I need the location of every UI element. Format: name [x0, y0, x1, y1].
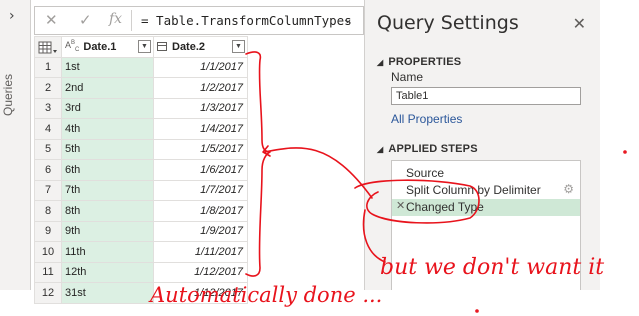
- row-number[interactable]: 3: [34, 97, 62, 119]
- row-number[interactable]: 2: [34, 77, 62, 99]
- table-row[interactable]: 7 7th 1/7/2017: [34, 179, 248, 201]
- table-row[interactable]: 1 1st 1/1/2017: [34, 56, 248, 78]
- properties-heading[interactable]: ◢ PROPERTIES: [377, 56, 461, 68]
- step-source[interactable]: Source: [392, 165, 580, 182]
- cell-date-2[interactable]: 1/5/2017: [153, 138, 248, 160]
- applied-steps-heading-label: APPLIED STEPS: [388, 143, 478, 155]
- step-label: Changed Type: [406, 200, 484, 214]
- row-number[interactable]: 4: [34, 118, 62, 140]
- expand-formula-chevron-icon[interactable]: ⌄: [342, 12, 353, 27]
- table-row[interactable]: 6 6th 1/6/2017: [34, 159, 248, 181]
- formula-bar: ✕ ✓ fx = Table.TransformColumnTypes ⌄: [34, 6, 364, 35]
- delete-step-icon[interactable]: ✕: [396, 199, 405, 212]
- column-header-date-2[interactable]: Date.2 ▼: [153, 36, 248, 58]
- row-number[interactable]: 10: [34, 241, 62, 263]
- name-label: Name: [391, 70, 424, 84]
- queries-pane-label[interactable]: Queries: [1, 60, 29, 130]
- cell-date-2[interactable]: 1/12/2017: [153, 261, 248, 283]
- cell-date-1[interactable]: 31st: [61, 282, 154, 304]
- expand-queries-chevron-icon[interactable]: ›: [9, 8, 15, 24]
- row-number[interactable]: 5: [34, 138, 62, 160]
- annotation-but-we-dont-want-it: but we don't want it: [380, 255, 605, 280]
- cell-date-1[interactable]: 2nd: [61, 77, 154, 99]
- table-row[interactable]: 11 12th 1/12/2017: [34, 261, 248, 283]
- table-row[interactable]: 10 11th 1/11/2017: [34, 241, 248, 263]
- row-number[interactable]: 11: [34, 261, 62, 283]
- brace-mark: [245, 51, 271, 277]
- queries-pane-collapsed: › Queries: [0, 0, 31, 290]
- cell-date-2[interactable]: 1/8/2017: [153, 200, 248, 222]
- table-row[interactable]: 8 8th 1/8/2017: [34, 200, 248, 222]
- cell-date-2[interactable]: 1/2/2017: [153, 77, 248, 99]
- query-settings-pane: Query Settings ✕ ◢ PROPERTIES Name All Pr…: [364, 0, 600, 290]
- step-label: Source: [406, 166, 445, 180]
- properties-heading-label: PROPERTIES: [388, 56, 462, 68]
- annotation-automatically-done: Automatically done ...: [150, 283, 383, 307]
- gear-icon[interactable]: ⚙: [563, 182, 574, 196]
- table-row[interactable]: 2 2nd 1/2/2017: [34, 77, 248, 99]
- column-name: Date.1: [83, 40, 117, 53]
- step-changed-type[interactable]: ✕ Changed Type: [392, 199, 580, 216]
- commit-formula-icon[interactable]: ✓: [79, 11, 92, 29]
- query-name-input[interactable]: [391, 87, 581, 105]
- row-number[interactable]: 6: [34, 159, 62, 181]
- formula-separator: [131, 10, 132, 31]
- row-number[interactable]: 8: [34, 200, 62, 222]
- step-label: Split Column by Delimiter: [406, 183, 541, 197]
- cell-date-1[interactable]: 8th: [61, 200, 154, 222]
- applied-steps-heading[interactable]: ◢ APPLIED STEPS: [377, 143, 478, 155]
- formula-text[interactable]: = Table.TransformColumnTypes: [141, 13, 352, 28]
- cell-date-1[interactable]: 7th: [61, 179, 154, 201]
- pointer-arrow: [264, 147, 373, 199]
- cell-date-1[interactable]: 3rd: [61, 97, 154, 119]
- cell-date-1[interactable]: 5th: [61, 138, 154, 160]
- column-header-date-1[interactable]: ABC Date.1 ▼: [61, 36, 154, 58]
- cell-date-1[interactable]: 12th: [61, 261, 154, 283]
- cell-date-2[interactable]: 1/9/2017: [153, 220, 248, 242]
- filter-dropdown-icon[interactable]: ▼: [138, 40, 151, 54]
- row-number[interactable]: 9: [34, 220, 62, 242]
- cell-date-1[interactable]: 6th: [61, 159, 154, 181]
- ink-dot: [623, 150, 627, 154]
- filter-dropdown-icon[interactable]: ▼: [232, 40, 245, 54]
- cell-date-2[interactable]: 1/1/2017: [153, 56, 248, 78]
- collapse-triangle-icon[interactable]: ◢: [377, 58, 383, 67]
- grid-header-row: ABC Date.1 ▼ Date.2 ▼: [34, 36, 248, 58]
- table-row[interactable]: 4 4th 1/4/2017: [34, 118, 248, 140]
- step-split-column-by-delimiter[interactable]: Split Column by Delimiter ⚙: [392, 182, 580, 199]
- close-icon[interactable]: ✕: [573, 14, 586, 33]
- table-row[interactable]: 3 3rd 1/3/2017: [34, 97, 248, 119]
- text-type-icon[interactable]: ABC: [65, 40, 79, 53]
- cell-date-2[interactable]: 1/11/2017: [153, 241, 248, 263]
- collapse-triangle-icon[interactable]: ◢: [377, 145, 383, 154]
- cell-date-2[interactable]: 1/3/2017: [153, 97, 248, 119]
- row-number[interactable]: 7: [34, 179, 62, 201]
- table-row[interactable]: 9 9th 1/9/2017: [34, 220, 248, 242]
- cancel-formula-icon[interactable]: ✕: [45, 11, 58, 29]
- query-settings-title: Query Settings: [377, 12, 519, 34]
- cell-date-2[interactable]: 1/6/2017: [153, 159, 248, 181]
- cell-date-2[interactable]: 1/4/2017: [153, 118, 248, 140]
- table-icon[interactable]: [38, 41, 58, 55]
- cell-date-1[interactable]: 11th: [61, 241, 154, 263]
- ink-dot: [475, 309, 479, 313]
- cell-date-1[interactable]: 9th: [61, 220, 154, 242]
- cell-date-2[interactable]: 1/7/2017: [153, 179, 248, 201]
- data-grid: ABC Date.1 ▼ Date.2 ▼ 1 1st 1/1/2017 2 2nd 1/…: [34, 36, 248, 304]
- all-properties-link[interactable]: All Properties: [391, 112, 462, 126]
- cell-date-1[interactable]: 4th: [61, 118, 154, 140]
- column-name: Date.2: [172, 40, 206, 53]
- fx-icon[interactable]: fx: [109, 11, 122, 27]
- row-number[interactable]: 12: [34, 282, 62, 304]
- table-menu-corner[interactable]: [34, 36, 62, 58]
- row-number[interactable]: 1: [34, 56, 62, 78]
- table-row[interactable]: 5 5th 1/5/2017: [34, 138, 248, 160]
- calendar-type-icon[interactable]: [157, 42, 167, 52]
- pointer-arrowhead: [262, 145, 271, 157]
- cell-date-1[interactable]: 1st: [61, 56, 154, 78]
